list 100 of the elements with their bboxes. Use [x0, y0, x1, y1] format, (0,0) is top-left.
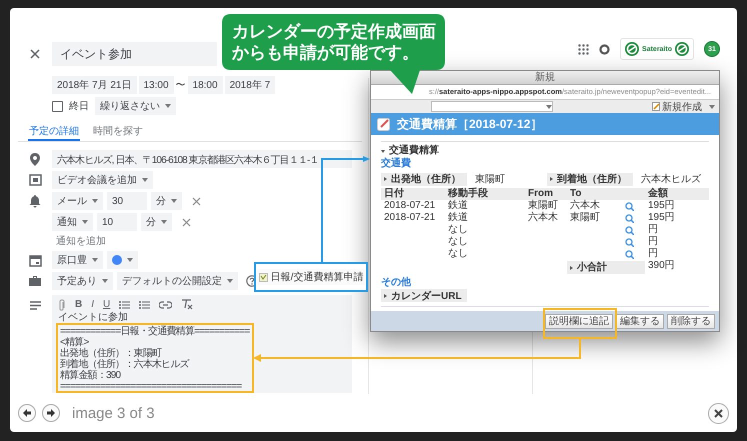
next-button[interactable] — [42, 404, 60, 422]
notification-value-field[interactable]: 10 — [97, 213, 137, 231]
time-field[interactable]: 13:00 — [138, 76, 174, 94]
search-icon[interactable] — [625, 238, 634, 246]
callout-text: カレンダーの予定作成画面からも申請が可能です。 — [232, 21, 437, 63]
location-pin-icon — [29, 152, 41, 166]
select-field[interactable] — [431, 101, 553, 112]
description-text: 精算金額：390 — [60, 370, 122, 381]
table-cell-text: 2018-07-21 — [383, 212, 436, 224]
field-value: 六本木ヒルズ — [640, 172, 702, 186]
close-icon — [714, 408, 723, 418]
attachment-icon[interactable] — [58, 298, 66, 310]
color-dot — [112, 255, 122, 265]
table-header-cell: 日付 — [381, 188, 445, 200]
table-cell-text: 東陽町 — [569, 212, 601, 224]
bell-icon — [29, 194, 41, 208]
description-text: イベントに参加 — [58, 312, 129, 323]
time-field[interactable]: 18:00 — [188, 76, 223, 94]
video-frame-icon — [28, 174, 42, 186]
description-field[interactable]: B I U イベントに参加 ============日報・交通費精算=========== <精算> 出発地（住所）：東陽町 到着地（住所）：六本木ヒルズ 精算金額：390 ==================================== — [52, 295, 352, 393]
search-icon[interactable] — [625, 226, 634, 234]
action-button[interactable]: 説明欄に追記 — [545, 314, 613, 328]
table-cell-text: 円 — [647, 224, 659, 236]
calendar-dropdown[interactable]: 原口豊 — [52, 251, 103, 269]
table-header-cell: From — [525, 188, 567, 200]
availability-dropdown[interactable]: 予定あり — [52, 272, 113, 290]
notification-unit-dropdown[interactable]: 分 — [151, 192, 182, 210]
table-cell-text: 鉄道 — [447, 212, 469, 224]
notification-method-dropdown[interactable]: 通知 — [52, 213, 93, 231]
notification-method-dropdown[interactable]: メール — [52, 192, 103, 210]
table-cell-text: 東陽町 — [527, 200, 559, 212]
logo-icon — [625, 42, 640, 56]
tab[interactable]: 時間を探す — [92, 125, 144, 141]
bulleted-list-icon[interactable] — [139, 300, 150, 310]
arrow-left-icon — [22, 409, 32, 417]
format-button[interactable]: I — [91, 299, 94, 310]
all-day-checkbox[interactable] — [52, 100, 63, 112]
search-icon[interactable] — [625, 214, 634, 222]
table-cell-text: なし — [447, 248, 469, 260]
repeat-dropdown[interactable]: 繰り返さない — [95, 97, 176, 115]
circle-icon[interactable] — [599, 44, 610, 54]
close-icon[interactable] — [29, 48, 41, 60]
table-cell-text: なし — [447, 236, 469, 248]
description-text: ==================================== — [60, 381, 243, 392]
section-heading[interactable]: 交通費精算 — [381, 145, 709, 157]
location-field[interactable]: 六本木ヒルズ, 日本、〒106-6108 東京都港区六本木６丁目１１-１ — [52, 150, 352, 168]
tab[interactable]: 予定の詳細 — [28, 125, 80, 141]
description-text: <精算> — [60, 337, 90, 348]
subsection-heading: 交通費 — [381, 157, 412, 170]
clear-format-icon[interactable] — [181, 299, 194, 310]
addon-button[interactable]: 日報/交通費精算申請 — [256, 269, 366, 285]
table-cell-text: 六本木 — [569, 200, 601, 212]
table-header-cell: 移動手段 — [445, 188, 525, 200]
range-separator: 〜 — [176, 79, 186, 92]
notification-value-field[interactable]: 30 — [107, 192, 147, 210]
briefcase-icon — [29, 275, 41, 287]
subsection-heading: その他 — [381, 276, 412, 289]
add-notification-link[interactable]: 通知を追加 — [56, 234, 106, 248]
action-button[interactable]: 削除する — [667, 314, 715, 328]
field-label: 出発地（住所） — [381, 172, 467, 186]
apps-grid-icon[interactable] — [578, 44, 590, 54]
title-field[interactable]: イベント参加 — [52, 42, 217, 66]
format-button[interactable]: B — [75, 299, 82, 310]
table-header-cell: 金額 — [645, 188, 709, 200]
popup-heading: 交通費精算［2018-07-12］ — [397, 116, 542, 132]
date-field[interactable]: 2018年 7月 21日 — [52, 76, 136, 94]
numbered-list-icon[interactable] — [119, 300, 130, 310]
video-call-dropdown[interactable]: ビデオ会議を追加 — [52, 171, 153, 189]
calendar-icon — [28, 254, 42, 266]
visibility-dropdown[interactable]: デフォルトの公開設定 — [117, 272, 238, 290]
search-icon[interactable] — [625, 250, 634, 258]
table-cell-text: 195円 — [647, 200, 676, 212]
description-text: ============日報・交通費精算=========== — [60, 326, 250, 337]
table-cell-text: 鉄道 — [447, 200, 469, 212]
all-day-label: 終日 — [69, 100, 89, 113]
action-button[interactable]: 編集する — [616, 314, 664, 328]
close-button[interactable] — [708, 402, 729, 424]
close-icon[interactable] — [192, 196, 201, 206]
table-header-cell: To — [567, 188, 625, 200]
format-button[interactable]: U — [103, 299, 110, 310]
field-label: カレンダーURL — [381, 289, 467, 302]
addon-icon — [258, 272, 268, 282]
description-text: 出発地（住所）：東陽町 — [60, 348, 163, 359]
link-icon[interactable] — [159, 300, 172, 310]
table-cell-text: なし — [447, 224, 469, 236]
close-icon[interactable] — [182, 218, 191, 226]
table-cell-text: 円 — [647, 236, 659, 248]
table-cell-text: 六本木 — [527, 212, 559, 224]
date-field[interactable]: 2018年 7 — [224, 76, 276, 94]
table-cell-text: 円 — [647, 248, 659, 260]
logo-icon — [675, 42, 689, 56]
new-button[interactable]: 新規作成 — [652, 100, 715, 114]
notification-unit-dropdown[interactable]: 分 — [141, 213, 172, 231]
notes-icon — [30, 301, 40, 310]
color-picker[interactable] — [107, 251, 138, 269]
previous-button[interactable] — [18, 404, 36, 422]
arrow-right-icon — [46, 409, 56, 417]
search-icon[interactable] — [625, 202, 634, 210]
table-cell-text: 2018-07-21 — [383, 200, 436, 212]
field-label: 到着地（住所） — [547, 172, 633, 186]
